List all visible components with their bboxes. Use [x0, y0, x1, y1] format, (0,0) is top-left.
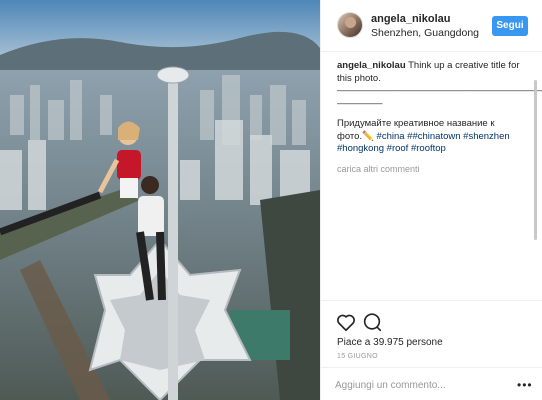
post-date: 15 GIUGNO: [337, 353, 378, 360]
post-header: angela_nikolau Shenzhen, Guangdong Segui: [321, 0, 542, 52]
rooftop-cityscape-image: [0, 0, 320, 400]
hashtag-shenzhen[interactable]: #shenzhen: [463, 131, 509, 142]
hashtag-china[interactable]: #china: [377, 131, 405, 142]
post-photo[interactable]: [0, 0, 320, 400]
follow-button[interactable]: Segui: [492, 16, 528, 36]
post-actions: Piace a 39.975 persone 15 GIUGNO •••: [321, 300, 542, 400]
caption-divider-short: —————: [337, 97, 383, 109]
username-link[interactable]: angela_nikolau: [371, 13, 450, 25]
hashtag-roof[interactable]: #roof: [387, 143, 409, 154]
post-side-panel: angela_nikolau Shenzhen, Guangdong Segui…: [320, 0, 542, 400]
comments-scrollbar[interactable]: [534, 80, 537, 240]
caption-username[interactable]: angela_nikolau: [337, 60, 406, 71]
hashtag-rooftop[interactable]: #rooftop: [411, 143, 446, 154]
caption-divider-long: ————————————————————————: [337, 85, 542, 96]
heart-icon[interactable]: [335, 311, 357, 333]
caption-block: angela_nikolau Think up a creative title…: [337, 60, 542, 156]
hashtag-chinatown[interactable]: ##chinatown: [407, 131, 460, 142]
hashtag-hongkong[interactable]: #hongkong: [337, 143, 384, 154]
caption-en: angela_nikolau Think up a creative title…: [337, 60, 533, 85]
instagram-post: angela_nikolau Shenzhen, Guangdong Segui…: [0, 0, 542, 400]
avatar[interactable]: [337, 12, 363, 38]
location-link[interactable]: Shenzhen, Guangdong: [371, 27, 479, 39]
likes-count[interactable]: Piace a 39.975 persone: [337, 337, 443, 348]
comment-input[interactable]: [335, 376, 505, 394]
comment-icon[interactable]: [361, 311, 383, 333]
caption-ru: Придумайте креативное название к фото.✏️…: [337, 118, 533, 156]
add-comment-bar: •••: [321, 367, 542, 400]
load-more-comments-link[interactable]: carica altri commenti: [337, 164, 420, 174]
more-options-icon[interactable]: •••: [517, 378, 533, 392]
